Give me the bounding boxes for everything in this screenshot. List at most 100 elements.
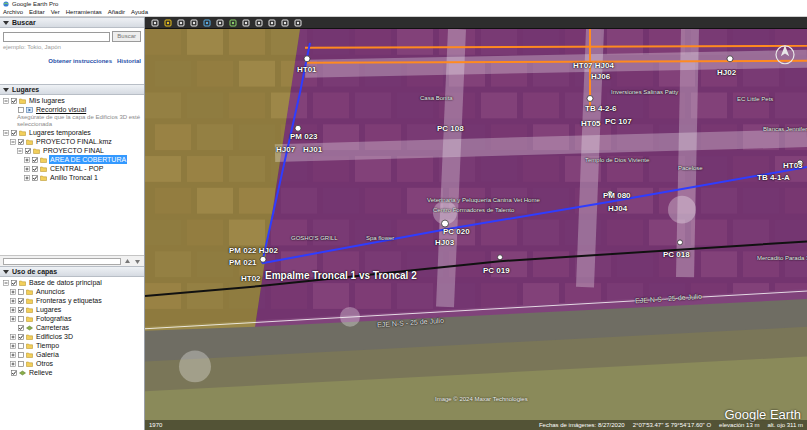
tree-item-label[interactable]: AREA DE COBERTURA bbox=[49, 155, 127, 164]
panel-header[interactable]: Lugares bbox=[0, 84, 144, 95]
tree-item-label[interactable]: Edificios 3D bbox=[35, 332, 74, 341]
satellite-imagery[interactable] bbox=[145, 29, 807, 430]
tree-item-label[interactable]: Anillo Troncal 1 bbox=[49, 173, 99, 182]
map-label-place[interactable]: Spa flower bbox=[366, 235, 394, 241]
tree-item-label[interactable]: Tiempo bbox=[35, 341, 60, 350]
tree-item-label[interactable]: CENTRAL - POP bbox=[49, 164, 104, 173]
checkbox-icon[interactable] bbox=[25, 148, 31, 154]
map-label-pin[interactable]: HJ03 bbox=[435, 239, 454, 247]
map-label-place[interactable]: Pacelose bbox=[678, 165, 703, 171]
tree-item[interactable]: AREA DE COBERTURA bbox=[0, 155, 144, 164]
map-label-pin[interactable]: PC 019 bbox=[483, 267, 510, 275]
map-label-pin[interactable]: HJ06 bbox=[591, 73, 610, 81]
expand-icon[interactable] bbox=[10, 343, 16, 349]
search-link[interactable]: Obtener instrucciones bbox=[48, 57, 112, 65]
tree-item-label[interactable]: Relieve bbox=[28, 368, 53, 377]
tool-icon[interactable] bbox=[177, 19, 185, 27]
collapse-icon[interactable] bbox=[3, 130, 9, 136]
tree-item-label[interactable]: Anuncios bbox=[35, 287, 66, 296]
tool-icon[interactable] bbox=[164, 19, 172, 27]
checkbox-icon[interactable] bbox=[18, 325, 24, 331]
tool-icon[interactable] bbox=[216, 19, 224, 27]
search-button[interactable]: Buscar bbox=[112, 31, 141, 42]
tool-icon[interactable] bbox=[268, 19, 276, 27]
tool-icon[interactable] bbox=[242, 19, 250, 27]
expand-icon[interactable] bbox=[24, 166, 30, 172]
tree-item-label[interactable]: PROYECTO FINAL.kmz bbox=[35, 137, 113, 146]
map-label-place[interactable]: Casa Bonita bbox=[420, 95, 453, 101]
search-link[interactable]: Historial bbox=[117, 57, 141, 65]
checkbox-icon[interactable] bbox=[18, 139, 24, 145]
expand-icon[interactable] bbox=[10, 307, 16, 313]
tree-item[interactable]: Otros bbox=[0, 359, 144, 368]
map-label-place[interactable]: EC Little Pets bbox=[737, 96, 773, 102]
move-up-icon[interactable] bbox=[124, 258, 131, 265]
tree-item[interactable]: Fotografías bbox=[0, 314, 144, 323]
expand-icon[interactable] bbox=[10, 316, 16, 322]
menu-item[interactable]: Editar bbox=[29, 8, 45, 16]
map-label-place[interactable]: Veterinaria y Peluquería Canina Vet Home bbox=[427, 197, 540, 203]
tree-item-label[interactable]: PROYECTO FINAL bbox=[42, 146, 105, 155]
map-label-pin[interactable]: TB 4-2-6 bbox=[585, 105, 617, 113]
checkbox-icon[interactable] bbox=[32, 175, 38, 181]
tree-item[interactable]: Carreteras bbox=[0, 323, 144, 332]
map-label-pin[interactable]: HT03 bbox=[783, 162, 803, 170]
checkbox-icon[interactable] bbox=[18, 107, 24, 113]
tree-item[interactable]: Lugares bbox=[0, 305, 144, 314]
tool-icon[interactable] bbox=[294, 19, 302, 27]
tree-item-label[interactable]: Fotografías bbox=[35, 314, 72, 323]
map-label-place[interactable]: Templo de Dios Viviente bbox=[585, 157, 649, 163]
collapse-icon[interactable] bbox=[3, 269, 9, 275]
collapse-icon[interactable] bbox=[3, 87, 9, 93]
tree-item-label[interactable]: Fronteras y etiquetas bbox=[35, 296, 103, 305]
map-label-pin[interactable]: PC 020 bbox=[443, 228, 470, 236]
tree-item[interactable]: PROYECTO FINAL.kmz bbox=[0, 137, 144, 146]
tree-item[interactable]: Tiempo bbox=[0, 341, 144, 350]
tree-item-label[interactable]: Otros bbox=[35, 359, 54, 368]
tree-item[interactable]: Anillo Troncal 1 bbox=[0, 173, 144, 182]
checkbox-icon[interactable] bbox=[18, 307, 24, 313]
checkbox-icon[interactable] bbox=[11, 370, 17, 376]
tree-item[interactable]: Base de datos principal bbox=[0, 278, 144, 287]
map-label-title[interactable]: Empalme Troncal 1 vs Troncal 2 bbox=[265, 271, 417, 281]
tree-item[interactable]: Edificios 3D bbox=[0, 332, 144, 341]
tree-item[interactable]: CENTRAL - POP bbox=[0, 164, 144, 173]
checkbox-icon[interactable] bbox=[18, 361, 24, 367]
checkbox-icon[interactable] bbox=[18, 298, 24, 304]
map-label-pin[interactable]: PC 108 bbox=[437, 125, 464, 133]
collapse-icon[interactable] bbox=[17, 148, 23, 154]
expand-icon[interactable] bbox=[10, 361, 16, 367]
checkbox-icon[interactable] bbox=[11, 98, 17, 104]
tree-item[interactable]: Relieve bbox=[0, 368, 144, 377]
checkbox-icon[interactable] bbox=[18, 289, 24, 295]
tool-icon[interactable] bbox=[151, 19, 159, 27]
panel-header[interactable]: Buscar bbox=[0, 17, 144, 28]
map-canvas[interactable]: HT01PM 023HJ07HJ01Casa BonitaPC 108HT07 … bbox=[145, 29, 807, 430]
expand-icon[interactable] bbox=[24, 157, 30, 163]
map-label-place[interactable]: Mercadito Parada 3 bbox=[757, 255, 807, 261]
expand-icon[interactable] bbox=[24, 175, 30, 181]
map-label-pin[interactable]: HJ04 bbox=[608, 205, 627, 213]
tree-item[interactable]: PROYECTO FINAL bbox=[0, 146, 144, 155]
map-label-place[interactable]: Inversiones Salinas Patty bbox=[611, 89, 678, 95]
expand-icon[interactable] bbox=[10, 352, 16, 358]
expand-icon[interactable] bbox=[10, 289, 16, 295]
map-label-pin[interactable]: TB 4-1-A bbox=[757, 174, 790, 182]
tool-icon[interactable] bbox=[203, 19, 211, 27]
checkbox-icon[interactable] bbox=[11, 130, 17, 136]
map-label-pin[interactable]: PC 018 bbox=[663, 251, 690, 259]
menu-item[interactable]: Herramientas bbox=[66, 8, 102, 16]
map-label-pin[interactable]: HJ07 bbox=[276, 146, 295, 154]
tree-item-label[interactable]: Carreteras bbox=[35, 323, 70, 332]
expand-icon[interactable] bbox=[10, 334, 16, 340]
map-label-pin[interactable]: PM 080 bbox=[603, 192, 631, 200]
menu-item[interactable]: Ayuda bbox=[131, 8, 148, 16]
tool-icon[interactable] bbox=[229, 19, 237, 27]
tree-item-label[interactable]: Lugares temporales bbox=[28, 128, 92, 137]
tree-item[interactable]: Mis lugares bbox=[0, 96, 144, 105]
places-search-field[interactable] bbox=[3, 258, 121, 265]
checkbox-icon[interactable] bbox=[32, 157, 38, 163]
map-label-pin[interactable]: HT02 bbox=[241, 275, 261, 283]
map-label-place[interactable]: GOSHO'S GRILL bbox=[291, 235, 338, 241]
tree-item[interactable]: Lugares temporales bbox=[0, 128, 144, 137]
